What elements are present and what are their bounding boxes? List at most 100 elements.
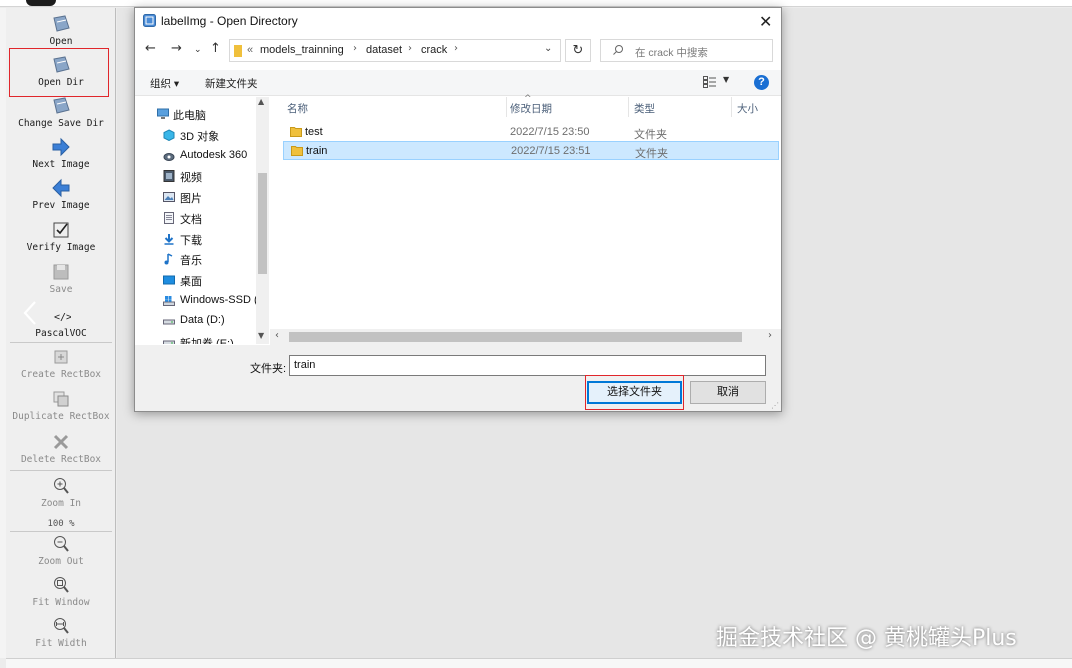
column-type[interactable]: 类型 xyxy=(634,101,655,116)
documents-icon xyxy=(164,212,174,224)
nav-item-new-volume-e[interactable]: 新加卷 (E:) xyxy=(135,332,257,344)
zoom-out-button[interactable]: Zoom Out xyxy=(6,534,116,567)
resize-grip-icon[interactable]: ⋰ xyxy=(771,401,779,410)
breadcrumb-crack[interactable]: crack xyxy=(421,44,447,56)
nav-item-label: 此电脑 xyxy=(173,110,206,122)
open-directory-dialog: labelImg - Open Directory ✕ ← → ⌄ ↑ « mo… xyxy=(134,7,782,412)
up-arrow-icon[interactable]: ↑ xyxy=(210,41,221,56)
nav-item-music[interactable]: 音乐 xyxy=(135,249,257,269)
new-folder-button[interactable]: 新建文件夹 xyxy=(205,76,258,91)
folder-name-input[interactable]: train xyxy=(289,355,766,376)
column-modified-date[interactable]: 修改日期 xyxy=(510,101,552,116)
music-icon xyxy=(164,253,173,265)
delete-rectbox-label: Delete RectBox xyxy=(20,454,102,465)
duplicate-rectbox-button[interactable]: Duplicate RectBox xyxy=(6,389,116,422)
prev-arrow-icon xyxy=(52,178,70,198)
cancel-button[interactable]: 取消 xyxy=(690,381,766,404)
drive-icon xyxy=(163,319,175,325)
nav-item-this-pc[interactable]: 此电脑 xyxy=(135,104,257,124)
chevron-down-icon[interactable]: ⌄ xyxy=(544,43,552,54)
delete-rectbox-button[interactable]: Delete RectBox xyxy=(6,432,116,465)
breadcrumb-models-trainning[interactable]: models_trainning xyxy=(260,44,344,56)
nav-item-pictures[interactable]: 图片 xyxy=(135,187,257,207)
fit-window-button[interactable]: Fit Window xyxy=(6,575,116,608)
nav-item-autodesk-360[interactable]: Autodesk 360 xyxy=(135,146,257,166)
file-row-train[interactable]: train 2022/7/15 23:51 文件夹 xyxy=(283,141,779,160)
svg-text:</>: </> xyxy=(54,312,71,323)
column-name[interactable]: 名称 xyxy=(287,101,308,116)
open-button[interactable]: Open xyxy=(6,14,116,47)
forward-arrow-icon[interactable]: → xyxy=(171,41,182,56)
scroll-up-arrow-icon[interactable]: ▲ xyxy=(258,97,264,106)
nav-item-data-d[interactable]: Data (D:) xyxy=(135,311,257,331)
nav-item-label: 图片 xyxy=(180,193,202,205)
file-type: 文件夹 xyxy=(635,148,668,160)
zoom-level[interactable]: 100 % xyxy=(6,519,116,529)
verify-image-label: Verify Image xyxy=(26,242,96,253)
refresh-button[interactable]: ↻ xyxy=(565,39,591,62)
format-code-icon: </> xyxy=(54,312,71,323)
verify-image-button[interactable]: Verify Image xyxy=(6,220,116,253)
chevron-left-icon[interactable] xyxy=(16,298,46,328)
back-arrow-icon[interactable]: ← xyxy=(145,41,156,56)
organize-menu[interactable]: 组织 ▾ xyxy=(150,76,179,91)
recent-dropdown-icon[interactable]: ⌄ xyxy=(194,45,202,55)
next-image-button[interactable]: Next Image xyxy=(6,137,116,170)
fit-window-icon xyxy=(54,577,69,593)
scroll-down-arrow-icon[interactable]: ▼ xyxy=(258,331,264,340)
nav-pane-scrollbar[interactable]: ▲ ▼ xyxy=(256,97,269,344)
nav-item-label: Data (D:) xyxy=(180,314,225,326)
nav-item-label: 下载 xyxy=(180,235,202,247)
scrollbar-thumb[interactable] xyxy=(289,332,742,342)
scroll-right-arrow-icon[interactable]: › xyxy=(768,330,772,341)
nav-item-label: 新加卷 (E:) xyxy=(180,338,234,344)
prev-image-button[interactable]: Prev Image xyxy=(6,178,116,211)
file-row-test[interactable]: test 2022/7/15 23:50 文件夹 xyxy=(283,123,779,142)
change-save-dir-button[interactable]: Change Save Dir xyxy=(6,96,116,129)
toolbar-divider xyxy=(10,470,112,471)
fit-width-button[interactable]: Fit Width xyxy=(6,616,116,649)
column-divider[interactable] xyxy=(506,97,507,117)
nav-item-3d-objects[interactable]: 3D 对象 xyxy=(135,125,257,145)
dialog-titlebar: labelImg - Open Directory ✕ xyxy=(135,8,781,35)
nav-item-documents[interactable]: 文档 xyxy=(135,208,257,228)
fit-width-label: Fit Width xyxy=(35,638,87,649)
address-bar[interactable]: « models_trainning › dataset › crack › ⌄ xyxy=(229,39,561,62)
nav-item-windows-ssd[interactable]: Windows-SSD ( xyxy=(135,291,258,311)
save-button[interactable]: Save xyxy=(6,262,116,295)
column-size[interactable]: 大小 xyxy=(737,101,758,116)
refresh-icon: ↻ xyxy=(572,43,584,58)
nav-item-desktop[interactable]: 桌面 xyxy=(135,270,257,290)
breadcrumb-dataset[interactable]: dataset xyxy=(366,44,402,56)
file-date: 2022/7/15 23:50 xyxy=(510,126,590,138)
dialog-nav-bar: ← → ⌄ ↑ « models_trainning › dataset › c… xyxy=(135,37,781,65)
next-image-label: Next Image xyxy=(32,159,90,170)
path-overflow[interactable]: « xyxy=(247,44,253,56)
zoom-in-button[interactable]: Zoom In xyxy=(6,476,116,509)
column-divider[interactable] xyxy=(731,97,732,117)
save-icon xyxy=(53,264,69,280)
watermark: 掘金技术社区 @ 黄桃罐头Plus xyxy=(716,626,1017,651)
select-folder-highlight xyxy=(585,375,684,410)
scrollbar-thumb[interactable] xyxy=(258,173,267,274)
file-name: train xyxy=(306,145,328,157)
column-divider[interactable] xyxy=(628,97,629,117)
nav-item-downloads[interactable]: 下载 xyxy=(135,229,257,249)
search-input[interactable]: 在 crack 中搜索 xyxy=(600,39,773,62)
scroll-left-arrow-icon[interactable]: ‹ xyxy=(275,330,279,341)
labelimg-app-icon xyxy=(143,14,156,27)
change-save-dir-label: Change Save Dir xyxy=(18,118,104,129)
create-rectbox-button[interactable]: Create RectBox xyxy=(6,347,116,380)
close-icon[interactable]: ✕ xyxy=(759,12,772,32)
this-pc-icon xyxy=(157,108,169,119)
chevron-right-icon: › xyxy=(353,43,357,54)
nav-item-videos[interactable]: 视频 xyxy=(135,166,257,186)
fit-width-icon xyxy=(54,618,69,634)
view-dropdown-icon[interactable]: ▼ xyxy=(723,75,729,84)
help-icon[interactable]: ? xyxy=(754,75,769,90)
view-options-icon[interactable] xyxy=(703,76,717,88)
file-name: test xyxy=(305,126,323,138)
file-list-horizontal-scrollbar[interactable]: ‹ › xyxy=(270,329,781,345)
desktop-icon xyxy=(163,275,175,285)
create-rectbox-icon xyxy=(54,350,68,364)
